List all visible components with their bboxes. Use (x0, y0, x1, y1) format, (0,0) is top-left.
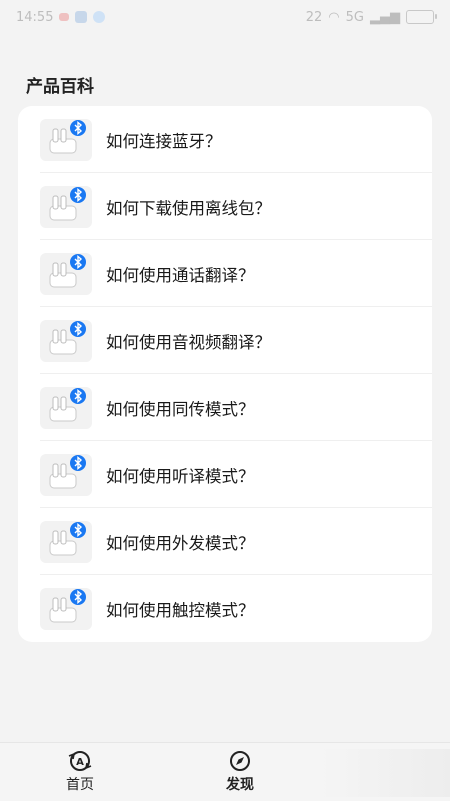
tab-home[interactable]: A 首页 (0, 743, 160, 801)
notification-icon (59, 13, 70, 21)
network-speed: 22 (305, 9, 323, 25)
faq-list: 如何连接蓝牙？ 如何下载使用离线包？ 如何使用通话翻译？ 如何使用音视频翻译？ 如何使用… (18, 106, 432, 642)
faq-item-label: 如何使用听译模式？ (106, 466, 255, 486)
faq-list-item[interactable]: 如何使用触控模式？ (18, 575, 432, 642)
svg-text:A: A (76, 757, 84, 768)
faq-item-label: 如何使用外发模式？ (106, 533, 255, 553)
faq-list-item[interactable]: 如何使用音视频翻译？ (18, 307, 432, 374)
wifi-icon: ◠ (328, 9, 340, 25)
bluetooth-earbuds-icon (40, 520, 92, 563)
faq-item-label: 如何使用通话翻译？ (106, 265, 255, 285)
bluetooth-earbuds-icon (40, 587, 92, 630)
status-time: 14:55 (16, 9, 54, 25)
signal-label: 5G (345, 9, 364, 25)
bluetooth-earbuds-icon (40, 185, 92, 228)
app-notification-icon (93, 11, 106, 23)
bluetooth-earbuds-icon (40, 453, 92, 496)
bluetooth-earbuds-icon (40, 319, 92, 362)
faq-item-label: 如何连接蓝牙？ (106, 131, 222, 151)
faq-list-item[interactable]: 如何连接蓝牙？ (18, 106, 432, 173)
tab-placeholder (320, 749, 450, 797)
tab-discover-label: 发现 (226, 777, 254, 793)
faq-item-label: 如何使用音视频翻译？ (106, 332, 271, 352)
bluetooth-earbuds-icon (40, 252, 92, 295)
faq-item-label: 如何下载使用离线包？ (106, 198, 271, 218)
bluetooth-earbuds-icon (40, 386, 92, 429)
page-title: 产品百科 (26, 77, 94, 97)
tab-discover[interactable]: 发现 (160, 743, 320, 801)
compass-icon (230, 751, 250, 771)
tab-home-label: 首页 (66, 777, 94, 793)
faq-list-item[interactable]: 如何使用听译模式？ (18, 441, 432, 508)
bottom-tab-bar: A 首页 发现 (0, 742, 450, 801)
signal-icon: ▂▄▆ (370, 9, 400, 25)
gallery-icon (75, 11, 88, 23)
faq-list-item[interactable]: 如何使用外发模式？ (18, 508, 432, 575)
faq-item-label: 如何使用同传模式？ (106, 399, 255, 419)
status-bar: 14:55 22 ◠ 5G ▂▄▆ (0, 0, 450, 34)
faq-list-item[interactable]: 如何使用通话翻译？ (18, 240, 432, 307)
faq-item-label: 如何使用触控模式？ (106, 600, 255, 620)
faq-list-item[interactable]: 如何下载使用离线包？ (18, 173, 432, 240)
battery-icon (406, 10, 437, 24)
home-tab-icon: A (68, 751, 92, 771)
bluetooth-earbuds-icon (40, 118, 92, 161)
faq-list-item[interactable]: 如何使用同传模式？ (18, 374, 432, 441)
